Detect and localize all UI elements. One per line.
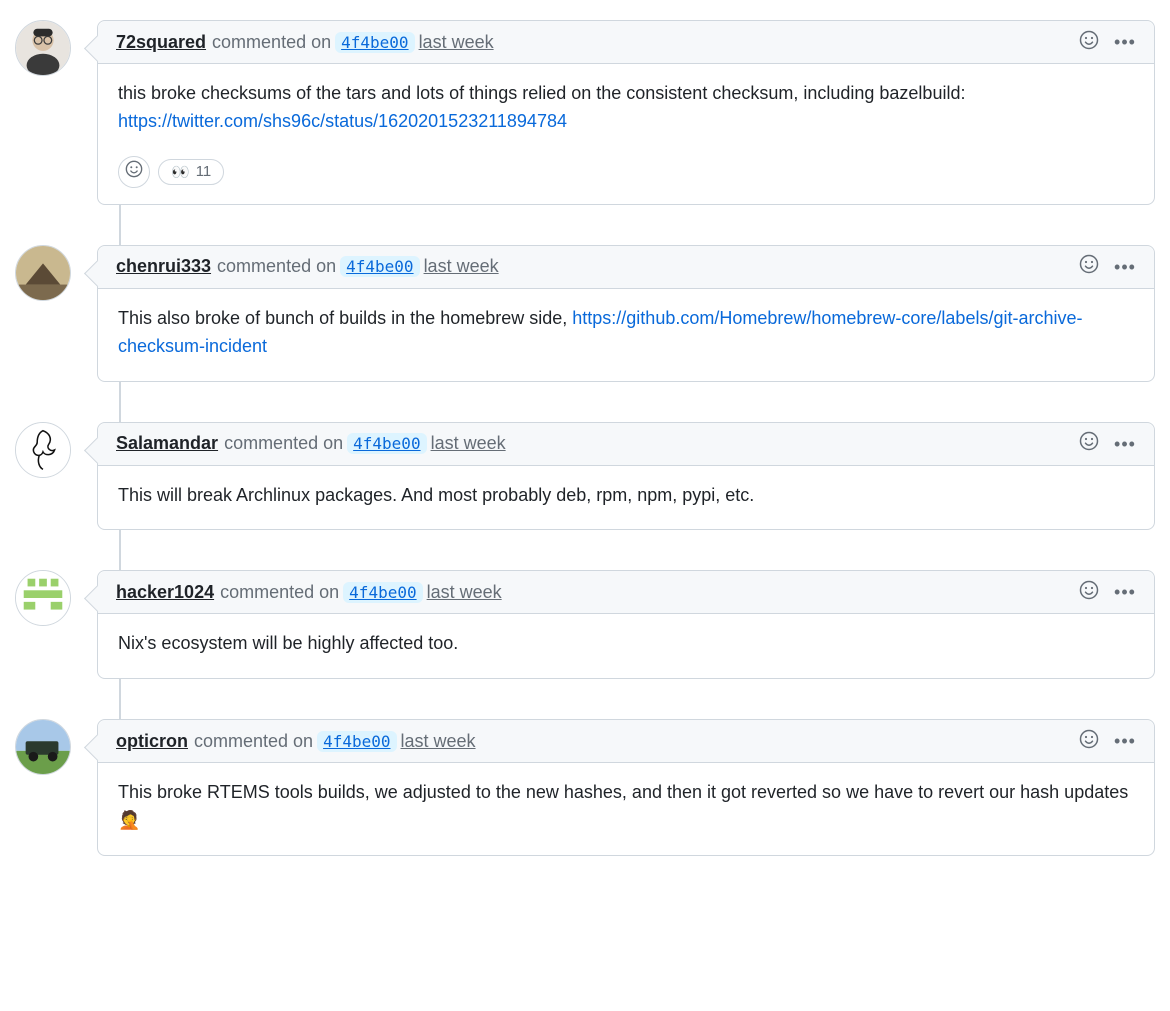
kebab-menu-button[interactable]: ••• [1114,256,1136,278]
comment-text: This broke RTEMS tools builds, we adjust… [118,782,1128,830]
username-link[interactable]: 72squared [116,32,206,53]
kebab-menu-button[interactable]: ••• [1114,581,1136,603]
reaction-count: 11 [196,163,212,180]
kebab-menu-button[interactable]: ••• [1114,31,1136,53]
commented-on-label: commented on [194,731,313,752]
commented-on-label: commented on [220,582,339,603]
add-reaction-header-button[interactable] [1078,581,1100,603]
avatar[interactable] [15,245,71,301]
commit-ref-link[interactable]: 4f4be00 [343,582,422,603]
avatar[interactable] [15,719,71,775]
kebab-menu-button[interactable]: ••• [1114,433,1136,455]
comment-item: chenrui333 commented on 4f4be00 last wee… [15,245,1155,382]
commented-on-label: commented on [212,32,331,53]
comment-header: hacker1024 commented on 4f4be00 last wee… [98,571,1154,614]
timestamp-link[interactable]: last week [424,256,499,277]
commented-on-label: commented on [217,256,336,277]
comment-text: this broke checksums of the tars and lot… [118,83,965,103]
username-link[interactable]: hacker1024 [116,582,214,603]
comment-box: chenrui333 commented on 4f4be00 last wee… [97,245,1155,382]
timestamp-link[interactable]: last week [401,731,476,752]
reaction-pill[interactable]: 👀 11 [158,159,224,185]
comment-body: Nix's ecosystem will be highly affected … [98,614,1154,678]
comment-box: Salamandar commented on 4f4be00 last wee… [97,422,1155,531]
kebab-icon: ••• [1114,435,1136,453]
smiley-icon [1079,254,1099,279]
comment-link[interactable]: https://twitter.com/shs96c/status/162020… [118,111,567,131]
comment-header: chenrui333 commented on 4f4be00 last wee… [98,246,1154,289]
comment-box: opticron commented on 4f4be00 last week •… [97,719,1155,856]
username-link[interactable]: Salamandar [116,433,218,454]
comment-body: This broke RTEMS tools builds, we adjust… [98,763,1154,855]
comment-text: Nix's ecosystem will be highly affected … [118,633,458,653]
kebab-icon: ••• [1114,583,1136,601]
avatar[interactable] [15,570,71,626]
commit-ref-link[interactable]: 4f4be00 [335,32,414,53]
smiley-icon [1079,30,1099,55]
kebab-icon: ••• [1114,33,1136,51]
add-reaction-header-button[interactable] [1078,31,1100,53]
header-actions: ••• [1078,433,1136,455]
smiley-icon [125,160,143,183]
timestamp-link[interactable]: last week [427,582,502,603]
comment-text: This also broke of bunch of builds in th… [118,308,572,328]
comment-body: This also broke of bunch of builds in th… [98,289,1154,381]
timestamp-link[interactable]: last week [419,32,494,53]
kebab-icon: ••• [1114,732,1136,750]
add-reaction-button[interactable] [118,156,150,188]
avatar[interactable] [15,20,71,76]
header-actions: ••• [1078,31,1136,53]
reactions-bar: 👀 11 [98,156,1154,204]
header-actions: ••• [1078,256,1136,278]
kebab-icon: ••• [1114,258,1136,276]
header-actions: ••• [1078,730,1136,752]
timestamp-link[interactable]: last week [431,433,506,454]
comment-item: Salamandar commented on 4f4be00 last wee… [15,422,1155,531]
smiley-icon [1079,431,1099,456]
comment-item: opticron commented on 4f4be00 last week •… [15,719,1155,856]
comment-box: 72squared commented on 4f4be00 last week… [97,20,1155,205]
add-reaction-header-button[interactable] [1078,256,1100,278]
add-reaction-header-button[interactable] [1078,433,1100,455]
smiley-icon [1079,580,1099,605]
add-reaction-header-button[interactable] [1078,730,1100,752]
comment-body: This will break Archlinux packages. And … [98,466,1154,530]
commit-ref-link[interactable]: 4f4be00 [340,256,419,277]
commit-ref-link[interactable]: 4f4be00 [317,731,396,752]
header-actions: ••• [1078,581,1136,603]
smiley-icon [1079,729,1099,754]
comment-header: 72squared commented on 4f4be00 last week… [98,21,1154,64]
comment-box: hacker1024 commented on 4f4be00 last wee… [97,570,1155,679]
comment-body: this broke checksums of the tars and lot… [98,64,1154,156]
kebab-menu-button[interactable]: ••• [1114,730,1136,752]
comment-header: Salamandar commented on 4f4be00 last wee… [98,423,1154,466]
comment-item: hacker1024 commented on 4f4be00 last wee… [15,570,1155,679]
username-link[interactable]: opticron [116,731,188,752]
username-link[interactable]: chenrui333 [116,256,211,277]
comment-item: 72squared commented on 4f4be00 last week… [15,20,1155,205]
comment-header: opticron commented on 4f4be00 last week •… [98,720,1154,763]
comment-thread: 72squared commented on 4f4be00 last week… [15,20,1155,856]
commit-ref-link[interactable]: 4f4be00 [347,433,426,454]
eyes-icon: 👀 [171,163,190,181]
comment-text: This will break Archlinux packages. And … [118,485,754,505]
avatar[interactable] [15,422,71,478]
commented-on-label: commented on [224,433,343,454]
